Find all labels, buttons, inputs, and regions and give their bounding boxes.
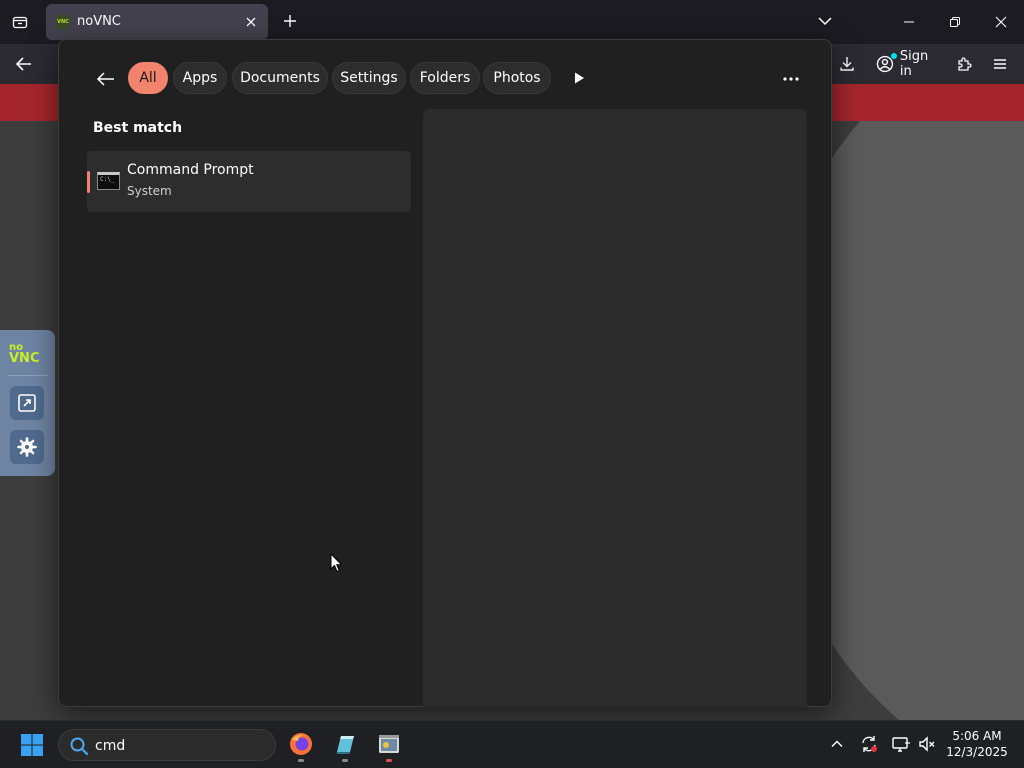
sync-icon <box>862 736 877 752</box>
more-filters-button[interactable] <box>569 68 589 88</box>
filter-photos[interactable]: Photos <box>483 62 551 94</box>
gear-icon <box>17 437 37 457</box>
show-hidden-icons-button[interactable] <box>826 733 848 755</box>
divider <box>8 375 48 376</box>
network-button[interactable] <box>890 733 912 755</box>
notification-dot <box>891 53 897 59</box>
speaker-muted-icon <box>919 736 935 752</box>
sync-status-button[interactable] <box>858 733 880 755</box>
list-all-tabs-button[interactable] <box>815 11 835 31</box>
tab-novnc[interactable]: VNC noVNC <box>46 4 268 40</box>
play-icon <box>575 72 584 84</box>
windows-search-panel: All Apps Documents Settings Folders Phot… <box>58 39 832 707</box>
tab-title: noVNC <box>77 14 121 29</box>
search-back-button[interactable] <box>95 68 117 90</box>
mouse-pointer-icon <box>330 553 343 573</box>
firefox-icon <box>290 733 312 755</box>
command-prompt-icon: C:\_ <box>97 172 120 190</box>
taskbar-search-box[interactable] <box>58 729 276 761</box>
filter-documents[interactable]: Documents <box>232 62 328 94</box>
windows-logo-icon <box>21 734 43 756</box>
novnc-favicon-icon: VNC <box>56 15 70 29</box>
volume-button[interactable] <box>916 733 938 755</box>
network-icon <box>892 737 910 752</box>
taskbar-app-2[interactable] <box>330 729 360 762</box>
fullscreen-button[interactable] <box>10 386 44 420</box>
restore-icon <box>950 17 960 27</box>
close-icon <box>246 17 256 27</box>
taskbar-firefox[interactable] <box>286 729 316 762</box>
running-indicator <box>298 759 304 762</box>
close-icon <box>995 16 1007 28</box>
minimize-button[interactable] <box>894 8 924 36</box>
filter-all[interactable]: All <box>128 62 168 94</box>
puzzle-icon <box>958 57 972 71</box>
notebook-app-icon <box>336 736 354 754</box>
tab-close-button[interactable] <box>242 13 260 31</box>
best-match-result-command-prompt[interactable]: C:\_ Command Prompt System <box>87 151 411 212</box>
arrow-left-icon <box>96 72 114 86</box>
result-preview-pane <box>423 109 807 707</box>
screenshot-app-icon <box>379 735 399 753</box>
filter-apps[interactable]: Apps <box>173 62 227 94</box>
running-indicator <box>342 759 348 762</box>
novnc-logo: no VNC <box>9 342 47 366</box>
novnc-control-bar: no VNC <box>0 330 55 476</box>
tab-list-button[interactable] <box>8 10 32 34</box>
result-title: Command Prompt <box>127 162 254 178</box>
download-icon <box>840 57 854 71</box>
search-input[interactable] <box>95 736 265 756</box>
sign-in-label: Sign in <box>899 49 929 79</box>
windows-taskbar: 5:06 AM 12/3/2025 <box>0 720 1024 768</box>
start-button[interactable] <box>20 733 44 757</box>
clock-date: 12/3/2025 <box>946 745 1008 759</box>
downloads-button[interactable] <box>835 52 859 76</box>
chevron-down-icon <box>818 17 832 26</box>
filter-folders[interactable]: Folders <box>410 62 480 94</box>
settings-button[interactable] <box>10 430 44 464</box>
browser-tabstrip: VNC noVNC <box>0 0 1024 44</box>
taskbar-clock[interactable]: 5:06 AM 12/3/2025 <box>946 728 1008 760</box>
hamburger-menu-icon <box>994 59 1006 69</box>
sign-in-button[interactable]: Sign in <box>868 49 944 79</box>
filter-settings[interactable]: Settings <box>332 62 406 94</box>
app-menu-button[interactable] <box>988 52 1012 76</box>
novnc-logo-line2: VNC <box>9 351 40 366</box>
result-subtitle: System <box>127 184 172 198</box>
best-match-heading: Best match <box>93 120 183 136</box>
ellipsis-icon <box>783 77 799 81</box>
running-indicator <box>386 759 392 762</box>
more-options-button[interactable] <box>781 68 801 88</box>
arrow-left-icon <box>15 57 31 71</box>
search-icon <box>70 737 89 756</box>
selection-accent <box>87 171 90 193</box>
close-window-button[interactable] <box>986 8 1016 36</box>
tab-list-icon <box>12 16 28 29</box>
plus-icon <box>284 15 296 27</box>
minimize-icon <box>904 21 914 23</box>
fullscreen-icon <box>18 394 36 412</box>
command-prompt-icon-text: C:\_ <box>100 176 115 183</box>
browser-back-button[interactable] <box>12 52 36 76</box>
new-tab-button[interactable] <box>279 10 301 32</box>
taskbar-app-3[interactable] <box>374 729 404 762</box>
clock-time: 5:06 AM <box>952 729 1002 743</box>
chevron-up-icon <box>831 740 843 747</box>
extensions-button[interactable] <box>953 52 977 76</box>
restore-button[interactable] <box>940 8 970 36</box>
